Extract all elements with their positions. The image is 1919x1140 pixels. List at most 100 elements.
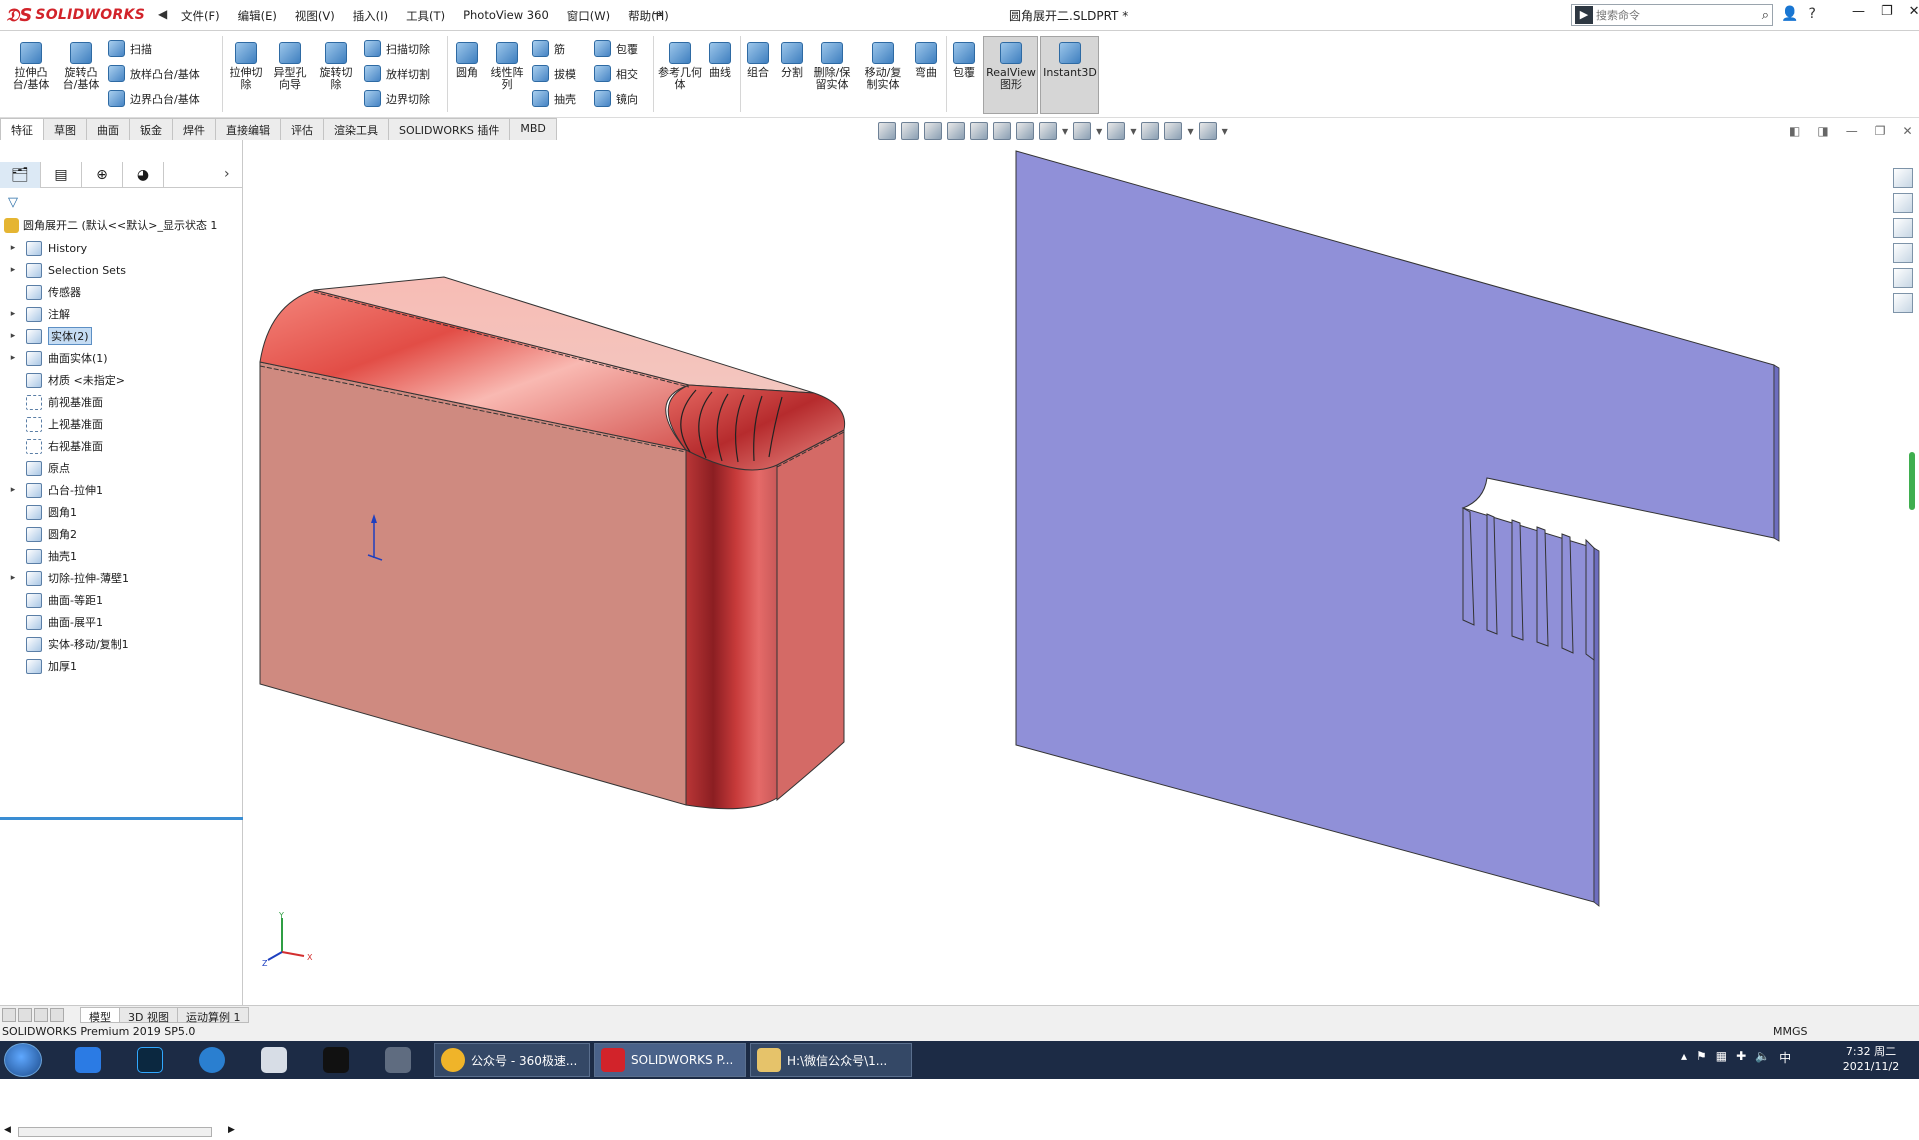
taskbar-explorer-window[interactable]: H:\微信公众号\1... bbox=[750, 1043, 912, 1077]
tab-features[interactable]: 特征 bbox=[0, 118, 44, 140]
revolve-cut-button[interactable]: 旋转切除 bbox=[316, 42, 356, 91]
wrap2-button[interactable]: 包覆 bbox=[948, 42, 980, 79]
expand-chevron-icon[interactable]: ▸ bbox=[6, 485, 20, 495]
view-settings-icon[interactable] bbox=[1164, 122, 1183, 140]
appearance-tab-icon[interactable]: ◕ bbox=[123, 162, 164, 188]
tree-item[interactable]: ▸ History bbox=[0, 237, 243, 259]
first-tab-icon[interactable] bbox=[2, 1007, 16, 1022]
tab-surfaces[interactable]: 曲面 bbox=[86, 118, 130, 140]
tree-item[interactable]: ▸ 切除-拉伸-薄壁1 bbox=[0, 567, 243, 589]
menu-photoview[interactable]: PhotoView 360 bbox=[454, 5, 558, 27]
tab-evaluate[interactable]: 评估 bbox=[280, 118, 324, 140]
tab-weldments[interactable]: 焊件 bbox=[172, 118, 216, 140]
tray-antivirus-icon[interactable]: ✚ bbox=[1736, 1049, 1746, 1066]
start-button[interactable] bbox=[4, 1043, 42, 1077]
tab-sketch[interactable]: 草图 bbox=[43, 118, 87, 140]
revolve-boss-button[interactable]: 旋转凸台/基体 bbox=[60, 42, 102, 91]
intersect-button[interactable]: 相交 bbox=[594, 65, 638, 82]
view-palette-icon[interactable] bbox=[1893, 243, 1913, 263]
tree-item[interactable]: 材质 <未指定> bbox=[0, 369, 243, 391]
tree-item[interactable]: ▸ 曲面实体(1) bbox=[0, 347, 243, 369]
pin-icon[interactable]: ⇥ bbox=[652, 6, 664, 22]
box-side-face[interactable] bbox=[776, 429, 845, 802]
file-explorer-icon[interactable] bbox=[1893, 218, 1913, 238]
search-input[interactable] bbox=[1596, 6, 1762, 24]
extrude-cut-button[interactable]: 拉伸切除 bbox=[226, 42, 266, 91]
tree-item[interactable]: 前视基准面 bbox=[0, 391, 243, 413]
solidworks-logo[interactable]: 𝔇S SOLIDWORKS bbox=[6, 3, 154, 27]
property-manager-tab-icon[interactable]: ▤ bbox=[41, 162, 82, 188]
chevron-down-icon[interactable]: ▼ bbox=[1062, 127, 1068, 136]
doc-close-icon[interactable]: ✕ bbox=[1902, 124, 1912, 138]
panel-horizontal-scrollbar[interactable]: ◀ ▶ bbox=[0, 1124, 243, 1140]
box-vertical-fillet[interactable] bbox=[685, 449, 778, 810]
zoom-fit-icon[interactable] bbox=[901, 122, 919, 140]
tree-item[interactable]: 右视基准面 bbox=[0, 435, 243, 457]
taskbar-photoshop-icon[interactable] bbox=[128, 1044, 172, 1076]
tray-volume-icon[interactable]: 🔈 bbox=[1755, 1049, 1770, 1066]
tab-addins[interactable]: SOLIDWORKS 插件 bbox=[388, 118, 511, 140]
tree-item[interactable]: 抽壳1 bbox=[0, 545, 243, 567]
tab-direct-edit[interactable]: 直接编辑 bbox=[215, 118, 281, 140]
configuration-tab-icon[interactable]: ⊕ bbox=[82, 162, 123, 188]
extrude-boss-button[interactable]: 拉伸凸台/基体 bbox=[10, 42, 52, 91]
taskbar-baidu-icon[interactable] bbox=[66, 1044, 110, 1076]
graphics-area[interactable] bbox=[244, 140, 1884, 1006]
last-tab-icon[interactable] bbox=[50, 1007, 64, 1022]
delete-keep-body-button[interactable]: 删除/保留实体 bbox=[810, 42, 854, 91]
expand-chevron-icon[interactable]: ▸ bbox=[6, 353, 20, 363]
menu-file[interactable]: 文件(F) bbox=[172, 5, 229, 27]
tray-flag-icon[interactable]: ⚑ bbox=[1696, 1049, 1707, 1066]
menu-insert[interactable]: 插入(I) bbox=[344, 5, 397, 27]
tab-mbd[interactable]: MBD bbox=[509, 118, 557, 140]
tree-item[interactable]: 实体-移动/复制1 bbox=[0, 633, 243, 655]
linear-pattern-button[interactable]: 线性阵列 bbox=[486, 42, 528, 91]
sweep-button[interactable]: 扫描 bbox=[108, 40, 152, 57]
loft-button[interactable]: 放样凸台/基体 bbox=[108, 65, 200, 82]
rounded-box-body[interactable] bbox=[259, 276, 846, 810]
tree-item[interactable]: 上视基准面 bbox=[0, 413, 243, 435]
view-cube-icon[interactable] bbox=[1016, 122, 1034, 140]
rib-button[interactable]: 筋 bbox=[532, 40, 565, 57]
split-button[interactable]: 分割 bbox=[776, 42, 808, 79]
menu-edit[interactable]: 编辑(E) bbox=[229, 5, 286, 27]
mirror-button[interactable]: 镜向 bbox=[594, 90, 638, 107]
chevron-down-icon[interactable]: ▼ bbox=[1187, 127, 1193, 136]
tab-model[interactable]: 模型 bbox=[80, 1006, 120, 1024]
tile-left-icon[interactable]: ◧ bbox=[1789, 124, 1800, 138]
apply-scene-icon[interactable] bbox=[1141, 122, 1160, 140]
realview-button[interactable]: RealView 图形 bbox=[985, 42, 1037, 91]
units-selector[interactable]: MMGS bbox=[1773, 1025, 1808, 1038]
draft-button[interactable]: 拔模 bbox=[532, 65, 576, 82]
edit-appearance-icon[interactable] bbox=[1107, 122, 1126, 140]
curves-button[interactable]: 曲线 bbox=[704, 42, 736, 79]
chevron-down-icon[interactable]: ▼ bbox=[1222, 127, 1228, 136]
tab-render-tools[interactable]: 渲染工具 bbox=[323, 118, 389, 140]
scroll-right-icon[interactable]: ▶ bbox=[228, 1125, 235, 1135]
command-search[interactable]: ▶ ⌕ bbox=[1571, 4, 1773, 26]
flattened-sheet-body[interactable] bbox=[1015, 150, 1780, 907]
expand-chevron-icon[interactable]: ▸ bbox=[6, 243, 20, 253]
move-copy-body-button[interactable]: 移动/复制实体 bbox=[860, 42, 906, 91]
sweep-cut-button[interactable]: 扫描切除 bbox=[364, 40, 430, 57]
hole-wizard-button[interactable]: 异型孔向导 bbox=[270, 42, 310, 91]
tree-item[interactable]: ▸ Selection Sets bbox=[0, 259, 243, 281]
tree-item[interactable]: 传感器 bbox=[0, 281, 243, 303]
taskbar-app-icon[interactable] bbox=[252, 1044, 296, 1076]
wrap-button[interactable]: 包覆 bbox=[594, 40, 638, 57]
expand-chevron-icon[interactable]: ▸ bbox=[6, 331, 20, 341]
chevron-down-icon[interactable]: ▼ bbox=[1096, 127, 1102, 136]
loft-cut-button[interactable]: 放样切割 bbox=[364, 65, 430, 82]
scroll-track[interactable] bbox=[18, 1127, 212, 1137]
hide-show-icon[interactable] bbox=[1073, 122, 1092, 140]
expand-chevron-icon[interactable]: ▸ bbox=[6, 265, 20, 275]
fillet-button[interactable]: 圆角 bbox=[452, 42, 482, 79]
feature-tree-tab-icon[interactable]: 🗂 bbox=[0, 162, 41, 188]
taskbar-ok-icon[interactable] bbox=[314, 1044, 358, 1076]
tree-item[interactable]: ▸ 凸台-拉伸1 bbox=[0, 479, 243, 501]
expand-chevron-icon[interactable]: ▸ bbox=[6, 573, 20, 583]
search-icon[interactable]: ⌕ bbox=[1762, 8, 1769, 23]
tab-motion-study[interactable]: 运动算例 1 bbox=[176, 1006, 250, 1024]
search-scope-icon[interactable]: ▶ bbox=[1575, 6, 1593, 24]
tree-item[interactable]: 圆角2 bbox=[0, 523, 243, 545]
